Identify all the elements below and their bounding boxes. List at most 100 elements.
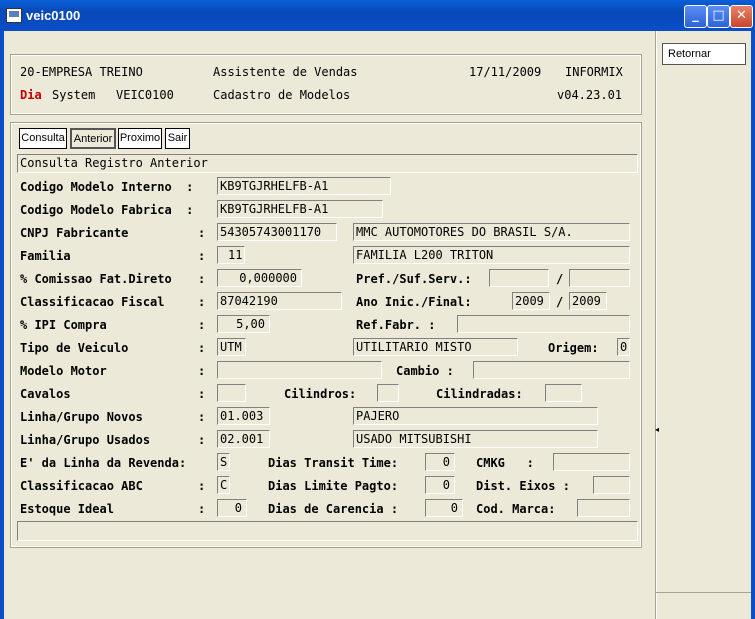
header-panel: 20-EMPRESA TREINO Assistente de Vendas 1…: [10, 54, 642, 115]
tipo-veiculo-name-field: UTILITARIO MISTO: [353, 338, 518, 356]
ano-inicial-field[interactable]: 2009: [512, 292, 550, 310]
estoque-ideal-field[interactable]: 0: [217, 499, 247, 517]
colon: :: [198, 479, 206, 493]
tab-consulta[interactable]: Consulta: [19, 128, 67, 149]
label-familia: Familia: [20, 249, 71, 263]
dias-transit-field[interactable]: 0: [425, 453, 455, 471]
dias-carencia-field[interactable]: 0: [425, 499, 463, 517]
ipi-field[interactable]: 5,00: [217, 315, 270, 333]
colon: :: [198, 364, 206, 378]
suf-serv-field[interactable]: [569, 269, 630, 287]
colon: :: [198, 410, 206, 424]
colon: :: [198, 341, 206, 355]
maximize-button[interactable]: □: [707, 5, 730, 28]
cilindros-field[interactable]: [377, 384, 399, 402]
side-bottom-line: [655, 592, 751, 593]
version-label: v04.23.01: [557, 88, 623, 102]
label-cmkg: CMKG :: [476, 456, 534, 470]
label-dias-carencia: Dias de Carencia :: [268, 502, 399, 516]
label-ipi: % IPI Compra: [20, 318, 107, 332]
cilindradas-field[interactable]: [545, 384, 582, 402]
tab-sair[interactable]: Sair: [165, 128, 190, 149]
label-cod-fabrica: Codigo Modelo Fabrica :: [20, 203, 194, 217]
system-label: System: [52, 88, 96, 102]
comissao-field[interactable]: 0,000000: [217, 269, 302, 287]
label-classif-fiscal: Classificacao Fiscal: [20, 295, 165, 309]
cod-fabrica-field[interactable]: KB9TGJRHELFB-A1: [217, 200, 383, 218]
label-pref-suf: Pref./Suf.Serv.:: [356, 272, 472, 286]
ano-final-field[interactable]: 2009: [569, 292, 607, 310]
cmkg-field[interactable]: [553, 453, 630, 471]
colon: :: [198, 226, 206, 240]
dias-limite-field[interactable]: 0: [425, 476, 455, 494]
side-divider-light: [656, 31, 657, 619]
fabricante-name-field: MMC AUTOMOTORES DO BRASIL S/A.: [353, 223, 630, 241]
linha-novos-name-field: PAJERO: [353, 407, 598, 425]
label-linha-usados: Linha/Grupo Usados: [20, 433, 151, 447]
dia-label: Dia: [20, 88, 42, 102]
message-line: [17, 521, 638, 541]
cod-interno-field[interactable]: KB9TGJRHELFB-A1: [217, 177, 391, 195]
label-dias-transit: Dias Transit Time:: [268, 456, 399, 470]
header-vendor: INFORMIX: [565, 65, 623, 79]
colon: :: [198, 272, 206, 286]
colon: :: [198, 318, 206, 332]
header-date: 17/11/2009: [469, 65, 542, 79]
colon: :: [198, 295, 206, 309]
label-cavalos: Cavalos: [20, 387, 71, 401]
colon: :: [198, 387, 206, 401]
minimize-button[interactable]: _: [684, 5, 707, 28]
label-cod-interno: Codigo Modelo Interno :: [20, 180, 194, 194]
label-dias-limite: Dias Limite Pagto:: [268, 479, 399, 493]
screen-title: Cadastro de Modelos: [213, 88, 351, 102]
tab-proximo[interactable]: Proximo: [118, 128, 162, 149]
label-cnpj: CNPJ Fabricante: [20, 226, 129, 240]
pref-serv-field[interactable]: [489, 269, 549, 287]
familia-field[interactable]: 11: [217, 246, 245, 264]
label-origem: Origem:: [548, 341, 599, 355]
modelo-motor-field[interactable]: [217, 361, 382, 379]
slash: /: [556, 295, 564, 309]
retornar-button[interactable]: Retornar: [662, 43, 746, 65]
linha-usados-field[interactable]: 02.001: [217, 430, 270, 448]
cavalos-field[interactable]: [217, 384, 246, 402]
slash: /: [556, 272, 564, 286]
tab-anterior[interactable]: Anterior: [70, 128, 116, 149]
familia-name-field: FAMILIA L200 TRITON: [353, 246, 630, 264]
app-title: Assistente de Vendas: [213, 65, 358, 79]
label-tipo-veiculo: Tipo de Veiculo: [20, 341, 129, 355]
title-bar[interactable]: veic0100 _ □ ✕: [0, 0, 755, 31]
label-estoque-ideal: Estoque Ideal: [20, 502, 114, 516]
colon: :: [198, 433, 206, 447]
label-modelo-motor: Modelo Motor: [20, 364, 107, 378]
label-e-linha-revenda: E' da Linha da Revenda:: [20, 456, 187, 470]
label-classif-abc: Classificacao ABC: [20, 479, 143, 493]
e-linha-revenda-field[interactable]: S: [217, 453, 230, 471]
cambio-field[interactable]: [473, 361, 630, 379]
close-button[interactable]: ✕: [730, 5, 753, 28]
cnpj-field[interactable]: 54305743001170: [217, 223, 337, 241]
label-cambio: Cambio :: [396, 364, 454, 378]
ref-fabr-field[interactable]: [457, 315, 630, 333]
origem-field[interactable]: 0: [617, 338, 630, 356]
dist-eixos-field[interactable]: [593, 476, 630, 494]
label-comissao: % Comissao Fat.Direto: [20, 272, 172, 286]
label-ref-fabr: Ref.Fabr. :: [356, 318, 436, 332]
label-linha-novos: Linha/Grupo Novos: [20, 410, 143, 424]
linha-usados-name-field: USADO MITSUBISHI: [353, 430, 598, 448]
program-code: VEIC0100: [116, 88, 174, 102]
app-icon[interactable]: [6, 8, 22, 23]
side-marker: ◂: [655, 425, 660, 434]
label-cilindradas: Cilindradas:: [436, 387, 523, 401]
classif-abc-field[interactable]: C: [217, 476, 230, 494]
cod-marca-field[interactable]: [577, 499, 630, 517]
company-name: 20-EMPRESA TREINO: [20, 65, 143, 79]
colon: :: [198, 502, 206, 516]
window-title: veic0100: [26, 8, 81, 23]
label-dist-eixos: Dist. Eixos :: [476, 479, 570, 493]
tipo-veiculo-field[interactable]: UTM: [217, 338, 246, 356]
label-cod-marca: Cod. Marca:: [476, 502, 556, 516]
classif-fiscal-field[interactable]: 87042190: [217, 292, 342, 310]
status-line: Consulta Registro Anterior: [17, 154, 638, 173]
linha-novos-field[interactable]: 01.003: [217, 407, 270, 425]
